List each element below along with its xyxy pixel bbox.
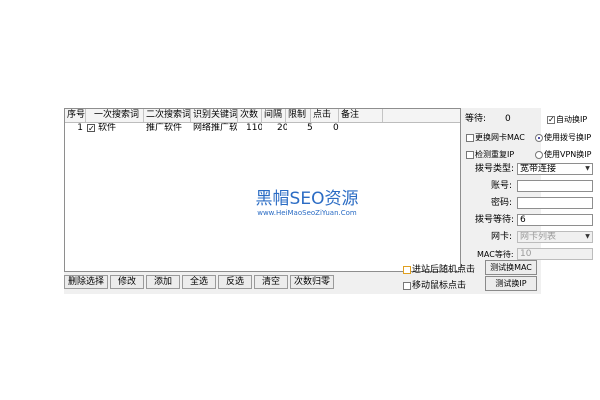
random-click-checkbox[interactable]: 进站后随机点击 xyxy=(403,265,475,276)
wait-value: 0 xyxy=(505,114,511,124)
col-first-search[interactable]: 一次搜索词 xyxy=(86,109,144,122)
table-row[interactable]: 1 ✓ 软件 推广软件 网络推广软 110 20 5 0 xyxy=(65,123,383,134)
edit-button[interactable]: 修改 xyxy=(110,275,144,289)
chevron-down-icon: ▼ xyxy=(585,233,590,240)
nic-label: 网卡: xyxy=(491,232,513,242)
random-click-label: 进站后随机点击 xyxy=(412,265,476,275)
mouse-click-checkbox[interactable]: 移动鼠标点击 xyxy=(403,281,466,292)
col-second-search[interactable]: 二次搜索词 xyxy=(144,109,191,122)
row-index: 1 xyxy=(77,123,83,133)
test-ip-button[interactable]: 测试换IP xyxy=(485,276,537,291)
col-clicks[interactable]: 点击 xyxy=(311,109,339,122)
delete-selected-button[interactable]: 删除选择 xyxy=(64,275,108,289)
dial-wait-input[interactable]: 6 xyxy=(517,214,593,226)
password-label: 密码: xyxy=(491,198,513,208)
use-vpn-label: 使用VPN换IP xyxy=(544,150,592,159)
change-mac-checkbox[interactable]: 更换网卡MAC xyxy=(466,132,525,143)
mac-wait-label: MAC等待: xyxy=(477,250,514,259)
use-dial-label: 使用拨号换IP xyxy=(544,133,592,142)
radio-selected-icon xyxy=(535,133,543,142)
check-repeat-ip-checkbox[interactable]: 检测重复IP xyxy=(466,149,514,160)
row-keyword: 网络推广软 xyxy=(193,123,237,133)
use-dial-radio[interactable]: 使用拨号换IP xyxy=(535,132,591,143)
radio-icon xyxy=(535,150,543,159)
col-index[interactable]: 序号 xyxy=(65,109,86,122)
change-mac-label: 更换网卡MAC xyxy=(475,133,525,142)
main-window: 序号 一次搜索词 二次搜索词 识别关键词 次数 间隔 限制 点击 备注 1 ✓ … xyxy=(64,108,593,294)
account-input[interactable] xyxy=(517,180,593,192)
keyword-list[interactable]: 序号 一次搜索词 二次搜索词 识别关键词 次数 间隔 限制 点击 备注 1 ✓ … xyxy=(64,108,461,272)
wait-label: 等待: xyxy=(465,114,487,124)
row-second-search: 推广软件 xyxy=(146,123,183,133)
dial-wait-label: 拨号等待: xyxy=(475,215,515,225)
watermark-url: www.HeiMaoSeoZiYuan.Com xyxy=(257,209,357,217)
chevron-down-icon: ▼ xyxy=(585,165,590,172)
dial-type-label: 拨号类型: xyxy=(475,164,515,174)
checkbox-icon xyxy=(403,265,411,274)
mouse-click-label: 移动鼠标点击 xyxy=(412,281,467,291)
row-note xyxy=(343,123,381,134)
use-vpn-radio[interactable]: 使用VPN换IP xyxy=(535,149,591,160)
col-note[interactable]: 备注 xyxy=(339,109,383,122)
watermark-title: 黑帽SEO资源 xyxy=(255,189,359,209)
col-count[interactable]: 次数 xyxy=(238,109,262,122)
checkbox-icon xyxy=(466,133,474,142)
reset-count-button[interactable]: 次数归零 xyxy=(290,275,334,289)
auto-ip-label: 自动换IP xyxy=(556,115,588,124)
row-clicks: 0 xyxy=(333,123,339,133)
mac-wait-input[interactable]: 10 xyxy=(517,248,593,260)
row-count: 110 xyxy=(246,123,262,133)
clear-button[interactable]: 清空 xyxy=(254,275,288,289)
password-input[interactable] xyxy=(517,197,593,209)
col-limit[interactable]: 限制 xyxy=(286,109,311,122)
test-mac-button[interactable]: 测试换MAC xyxy=(485,260,537,275)
account-label: 账号: xyxy=(491,181,513,191)
dial-type-select[interactable]: 宽带连接 ▼ xyxy=(517,163,593,175)
check-repeat-ip-label: 检测重复IP xyxy=(475,150,515,159)
col-interval[interactable]: 间隔 xyxy=(262,109,286,122)
watermark: 黑帽SEO资源 www.HeiMaoSeoZiYuan.Com xyxy=(247,189,367,218)
auto-ip-checkbox[interactable]: ✓自动换IP xyxy=(547,114,587,125)
checkbox-icon xyxy=(466,150,474,159)
dial-type-value: 宽带连接 xyxy=(520,164,557,174)
select-all-button[interactable]: 全选 xyxy=(182,275,216,289)
row-checkbox[interactable]: ✓ xyxy=(87,124,95,133)
invert-selection-button[interactable]: 反选 xyxy=(218,275,252,289)
col-keyword[interactable]: 识别关键词 xyxy=(191,109,238,122)
row-interval: 20 xyxy=(277,123,287,133)
add-button[interactable]: 添加 xyxy=(146,275,180,289)
row-limit: 5 xyxy=(307,123,313,133)
nic-value: 网卡列表 xyxy=(520,232,557,242)
list-header: 序号 一次搜索词 二次搜索词 识别关键词 次数 间隔 限制 点击 备注 xyxy=(65,109,460,123)
checkbox-checked-icon: ✓ xyxy=(547,114,555,124)
row-first-search: 软件 xyxy=(98,123,117,133)
checkbox-icon xyxy=(403,281,411,290)
nic-select[interactable]: 网卡列表 ▼ xyxy=(517,231,593,243)
